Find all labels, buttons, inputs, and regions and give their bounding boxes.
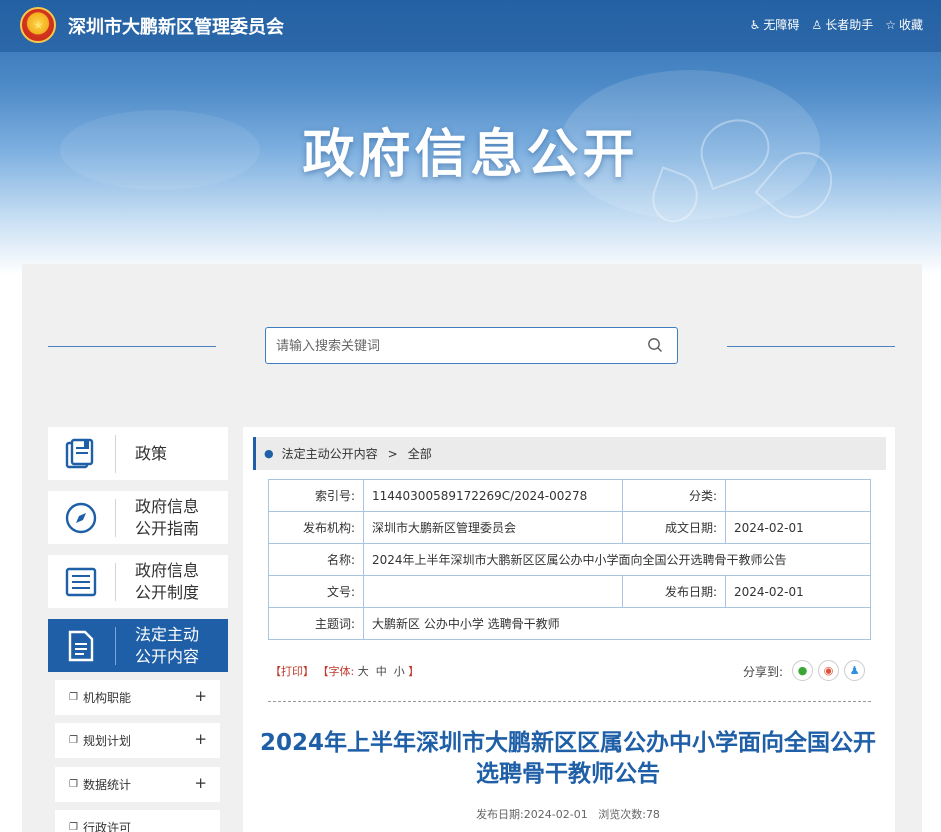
created-date-value: 2024-02-01 — [725, 511, 871, 544]
breadcrumb-separator: > — [387, 446, 398, 461]
sub-item-label: 规划计划 — [83, 734, 132, 748]
favorite-link[interactable]: ☆ 收藏 — [885, 16, 923, 33]
expand-icon[interactable]: + — [194, 687, 207, 705]
search-input[interactable] — [276, 336, 636, 356]
expand-icon[interactable]: + — [194, 774, 207, 792]
publish-date-value: 2024-02-01 — [725, 575, 871, 608]
divider — [48, 346, 216, 347]
header-banner: ★ 深圳市大鹏新区管理委员会 ♿ 无障碍 ♙ 长者助手 ☆ 收藏 政府信息公开 — [0, 0, 941, 275]
article-title: 2024年上半年深圳市大鹏新区区属公办中小学面向全国公开选聘骨干教师公告 — [259, 730, 876, 787]
print-button[interactable]: 【打印】 — [270, 665, 314, 678]
font-large-button[interactable]: 大 — [358, 665, 369, 678]
separator — [115, 627, 116, 665]
name-value: 2024年上半年深圳市大鹏新区区属公办中小学面向全国公开选聘骨干教师公告 — [363, 543, 871, 576]
article-date-label: 发布日期: — [476, 808, 524, 821]
sidebar-item-label: 政府信息 公开制度 — [135, 560, 200, 602]
search-box — [265, 327, 678, 364]
page-icon: ❐ — [69, 735, 78, 746]
search-icon[interactable] — [647, 337, 663, 353]
sub-item-institutional-functions[interactable]: ❐ 机构职能 + — [55, 680, 220, 715]
publish-date-label: 发布日期: — [622, 575, 726, 608]
top-links: ♿ 无障碍 ♙ 长者助手 ☆ 收藏 — [750, 16, 923, 33]
page-icon: ❐ — [69, 779, 78, 790]
doc-number-value — [363, 575, 623, 608]
sub-item-administrative-license[interactable]: ❐ 行政许可 — [55, 810, 220, 832]
category-label: 分类: — [622, 479, 726, 512]
separator — [115, 499, 116, 537]
separator — [115, 435, 116, 473]
created-date-label: 成文日期: — [622, 511, 726, 544]
site-title[interactable]: 深圳市大鹏新区管理委员会 — [68, 13, 284, 39]
views-label: 浏览次数: — [598, 808, 646, 821]
category-value — [725, 479, 871, 512]
views-count: 78 — [645, 808, 660, 821]
accessibility-link[interactable]: ♿ 无障碍 — [750, 16, 800, 33]
location-pin-icon: ● — [264, 447, 274, 460]
keywords-value: 大鹏新区 公办中小学 选聘骨干教师 — [363, 607, 871, 640]
accessibility-icon: ♿ — [749, 17, 761, 32]
wechat-share-icon[interactable]: ● — [792, 660, 813, 681]
sidebar-item-label: 政府信息 公开指南 — [135, 496, 200, 538]
article-meta: 发布日期:2024-02-01 浏览次数:78 — [258, 806, 878, 822]
sub-item-label: 行政许可 — [83, 821, 132, 832]
font-size-suffix: 】 — [408, 665, 420, 678]
weibo-share-icon[interactable]: ◉ — [818, 660, 839, 681]
publisher-label: 发布机构: — [268, 511, 364, 544]
sub-item-planning[interactable]: ❐ 规划计划 + — [55, 723, 220, 758]
breadcrumb-current[interactable]: 全部 — [408, 445, 432, 462]
favorite-label: 收藏 — [898, 18, 923, 32]
accessibility-label: 无障碍 — [763, 18, 800, 32]
font-small-button[interactable]: 小 — [394, 665, 405, 678]
sidebar-item-label: 政策 — [135, 443, 168, 463]
book-icon — [65, 438, 94, 469]
sidebar-item-policy[interactable]: 政策 — [48, 427, 228, 480]
expand-icon[interactable]: + — [194, 730, 207, 748]
font-size-prefix: 【字体: — [317, 665, 355, 678]
sub-item-statistics[interactable]: ❐ 数据统计 + — [55, 767, 220, 802]
star-icon: ☆ — [885, 17, 896, 32]
list-document-icon — [65, 567, 97, 597]
separator — [115, 563, 116, 601]
article-date: 2024-02-01 — [523, 808, 588, 821]
elder-assistant-label: 长者助手 — [825, 18, 874, 32]
share-label: 分享到: — [743, 665, 784, 679]
font-medium-button[interactable]: 中 — [376, 665, 387, 678]
qq-share-icon[interactable]: ♟ — [844, 660, 865, 681]
banner-title: 政府信息公开 — [302, 125, 639, 185]
article-tools: 【打印】 【字体: 大 中 小 】 — [270, 663, 419, 679]
index-label: 索引号: — [268, 479, 364, 512]
elder-icon: ♙ — [811, 17, 823, 32]
breadcrumb: ● 法定主动公开内容 > 全部 — [253, 437, 886, 470]
sidebar-item-statutory-content[interactable]: 法定主动 公开内容 — [48, 619, 228, 672]
publisher-value: 深圳市大鹏新区管理委员会 — [363, 511, 623, 544]
divider — [727, 346, 895, 347]
sidebar-item-label: 法定主动 公开内容 — [135, 624, 200, 666]
sub-item-label: 数据统计 — [83, 778, 132, 792]
elder-assistant-link[interactable]: ♙ 长者助手 — [811, 16, 873, 33]
divider — [268, 701, 871, 702]
keywords-label: 主题词: — [268, 607, 364, 640]
page-icon: ❐ — [69, 822, 78, 832]
doc-number-label: 文号: — [268, 575, 364, 608]
index-value: 11440300589172269C/2024-00278 — [363, 479, 623, 512]
document-info-table: 索引号: 11440300589172269C/2024-00278 分类: 发… — [268, 479, 871, 640]
compass-icon — [65, 502, 97, 534]
sidebar-item-system[interactable]: 政府信息 公开制度 — [48, 555, 228, 608]
national-emblem-icon: ★ — [20, 7, 56, 43]
document-icon — [68, 630, 94, 662]
breadcrumb-section[interactable]: 法定主动公开内容 — [282, 445, 378, 462]
sub-item-label: 机构职能 — [83, 691, 132, 705]
page-icon: ❐ — [69, 692, 78, 703]
sidebar-item-guide[interactable]: 政府信息 公开指南 — [48, 491, 228, 544]
name-label: 名称: — [268, 543, 364, 576]
